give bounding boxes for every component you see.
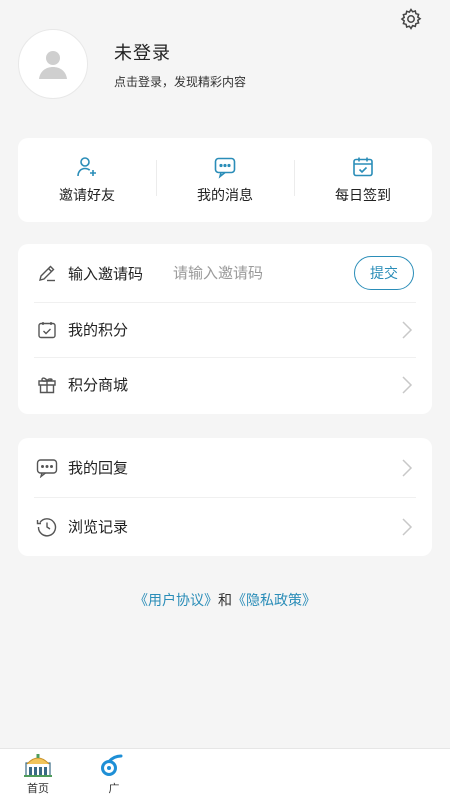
quick-action-label: 邀请好友 [59,188,115,204]
tab-broadcast[interactable]: 广 [76,749,152,800]
reply-icon [36,457,58,479]
bottom-tab-bar: 首页 广 [0,748,450,800]
invite-code-input[interactable] [173,264,304,282]
broadcast-icon [101,754,127,778]
chevron-right-icon [400,374,414,396]
pencil-icon [36,262,58,284]
daily-checkin-button[interactable]: 每日签到 [294,138,432,222]
add-user-icon [75,155,99,179]
menu-card-points: 输入邀请码 提交 我的积分 积分商城 [18,244,432,414]
user-name: 未登录 [114,42,171,64]
tab-label: 首页 [27,781,49,795]
menu-item-label: 我的积分 [68,321,129,339]
menu-item-browse-history[interactable]: 浏览记录 [18,497,432,556]
privacy-policy-link[interactable]: 《隐私政策》 [232,593,316,609]
invite-code-label: 输入邀请码 [68,264,144,283]
quick-actions-card: 邀请好友 我的消息 每日签到 [18,138,432,222]
tab-label: 广 [108,781,120,795]
calendar-check-icon [351,155,375,179]
chevron-right-icon [400,319,414,341]
menu-card-activity: 我的回复 浏览记录 [18,438,432,556]
agreement-conjunction: 和 [218,593,232,609]
agreement-text: 《用户协议》和《隐私政策》 [0,590,450,610]
tab-home[interactable]: 首页 [0,749,76,800]
my-messages-button[interactable]: 我的消息 [156,138,294,222]
message-icon [213,155,237,179]
home-building-icon [23,753,53,778]
menu-item-label: 我的回复 [68,459,129,477]
invite-code-row: 输入邀请码 提交 [18,244,432,302]
menu-item-my-replies[interactable]: 我的回复 [18,438,432,497]
login-header[interactable]: 未登录 点击登录，发现精彩内容 [18,24,432,104]
chevron-right-icon [400,516,414,538]
quick-action-label: 每日签到 [335,188,391,204]
default-user-icon [36,47,70,81]
user-agreement-link[interactable]: 《用户协议》 [134,593,218,609]
avatar[interactable] [18,29,88,99]
menu-item-label: 积分商城 [68,376,129,394]
user-info: 未登录 点击登录，发现精彩内容 [114,39,246,90]
menu-item-label: 浏览记录 [68,518,129,536]
shop-icon [36,374,58,396]
menu-item-points-mall[interactable]: 积分商城 [18,357,432,412]
menu-item-my-points[interactable]: 我的积分 [18,302,432,357]
user-subtitle: 点击登录，发现精彩内容 [114,74,247,89]
quick-action-label: 我的消息 [197,188,253,204]
invite-friends-button[interactable]: 邀请好友 [18,138,156,222]
submit-button[interactable]: 提交 [354,256,414,290]
chevron-right-icon [400,457,414,479]
history-icon [36,516,58,538]
points-icon [36,319,58,341]
